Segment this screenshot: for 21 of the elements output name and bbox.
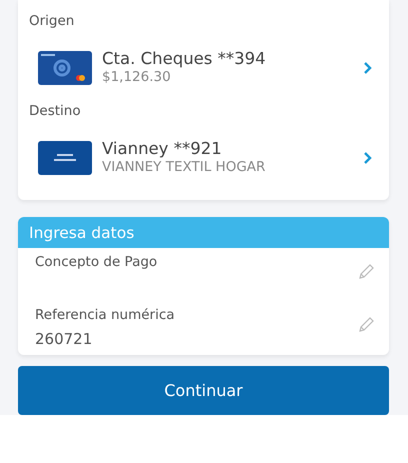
bank-logo-icon	[38, 140, 92, 174]
account-detail: VIANNEY TEXTIL HOGAR	[102, 159, 266, 176]
select-account-button[interactable]	[363, 60, 373, 74]
pencil-icon[interactable]	[357, 316, 375, 334]
chevron-right-icon	[363, 60, 373, 74]
section-label: Destino	[28, 102, 82, 121]
field-value: 260721	[35, 329, 94, 350]
input-field[interactable]: Referencia numérica 260721	[18, 301, 389, 356]
section-label: Origen	[28, 12, 76, 31]
field-label: Concepto de Pago	[35, 253, 158, 272]
select-account-button[interactable]	[363, 150, 373, 164]
account-name: Cta. Cheques **394	[102, 49, 267, 69]
continue-button[interactable]: Continuar	[18, 366, 389, 415]
input-field[interactable]: Concepto de Pago	[18, 248, 389, 302]
pencil-icon[interactable]	[357, 263, 375, 282]
form-title: Ingresa datos	[18, 217, 389, 248]
account-name: Vianney **921	[102, 139, 223, 159]
chevron-right-icon	[363, 150, 373, 164]
account-detail: $1,126.30	[102, 69, 172, 86]
card-drawing	[38, 50, 92, 84]
field-label: Referencia numérica	[35, 306, 175, 324]
